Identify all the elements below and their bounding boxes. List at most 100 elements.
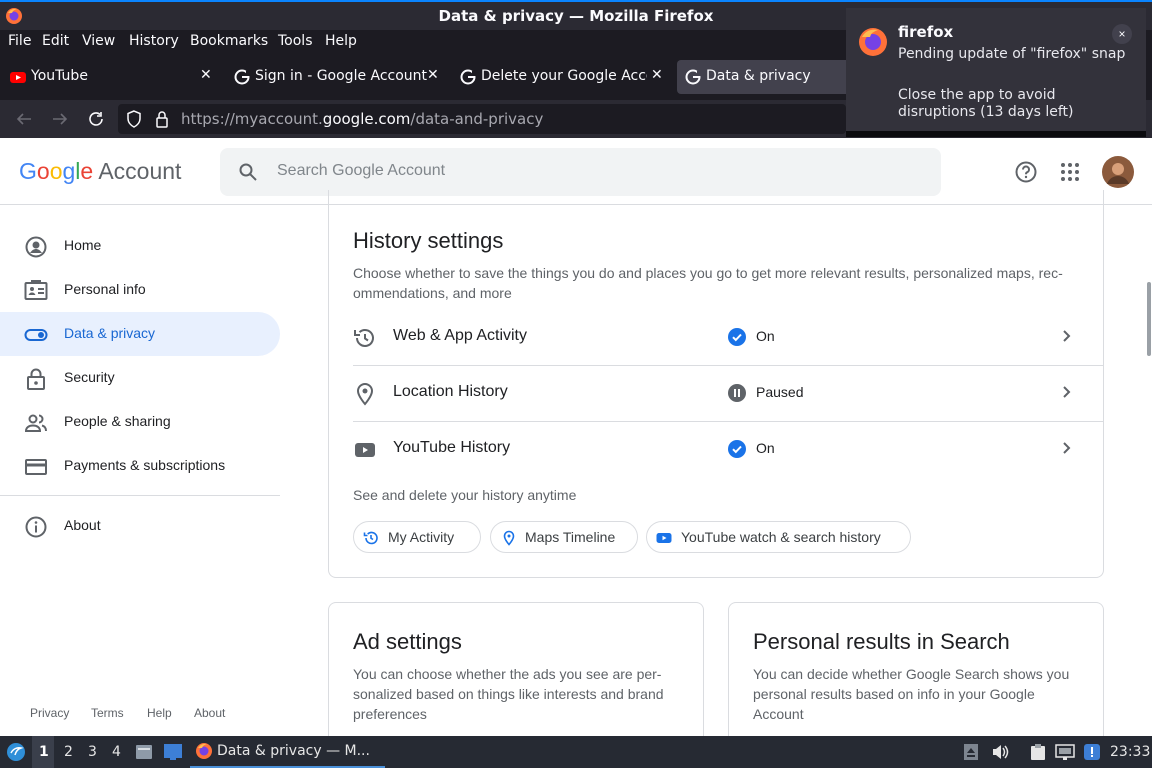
network-icon[interactable] — [1055, 743, 1075, 761]
check-circle-icon — [728, 440, 746, 458]
start-menu-icon[interactable] — [6, 742, 26, 762]
update-notify-icon[interactable] — [1083, 743, 1101, 761]
sidebar-item-about[interactable]: About — [0, 504, 280, 548]
tab-close-icon[interactable]: ✕ — [651, 67, 663, 83]
personal-results-card[interactable]: Personal results in Search You can decid… — [728, 602, 1104, 742]
tray-eject-icon[interactable] — [963, 743, 979, 761]
task-label: Data & privacy — M... — [217, 743, 370, 759]
notification-detail: Close the app to avoid disruptions (13 d… — [898, 87, 1074, 120]
ad-settings-card[interactable]: Ad settings You can choose whether the a… — [328, 602, 704, 742]
location-pin-icon — [501, 530, 517, 546]
tab-youtube[interactable]: YouTube ✕ — [0, 60, 222, 94]
youtube-history-chip[interactable]: YouTube watch & search history — [646, 521, 911, 553]
account-wordmark: Account — [98, 158, 182, 184]
tab-label: Data & privacy — [706, 68, 811, 84]
youtube-icon — [656, 530, 672, 546]
footer-privacy-link[interactable]: Privacy — [30, 706, 69, 720]
url-text[interactable]: https://myaccount.google.com/data-and-pr… — [181, 110, 543, 128]
footer-about-link[interactable]: About — [194, 706, 225, 720]
see-delete-text: See and delete your history anytime — [353, 487, 577, 503]
workspace-4[interactable]: 4 — [112, 744, 121, 760]
menu-edit[interactable]: Edit — [42, 33, 69, 49]
footer-help-link[interactable]: Help — [147, 706, 172, 720]
ad-settings-description: You can choose whether the ads you see a… — [353, 666, 664, 722]
chip-label: Maps Timeline — [525, 529, 616, 545]
google-g-icon — [685, 69, 701, 85]
workspace-1[interactable]: 1 — [39, 744, 49, 760]
url-path: /data-and-privacy — [410, 110, 544, 128]
sidebar-divider — [0, 495, 280, 496]
clock: 23:33 — [1110, 744, 1151, 760]
sidebar-item-label: Security — [64, 369, 115, 385]
url-prefix: https://myaccount. — [181, 110, 323, 128]
status-label: On — [756, 328, 775, 344]
tab-delete-account[interactable]: Delete your Google Acco ✕ — [450, 60, 674, 94]
pause-circle-icon — [728, 384, 746, 402]
personal-results-title: Personal results in Search — [753, 629, 1010, 654]
close-icon[interactable]: × — [1112, 24, 1132, 44]
lock-icon — [24, 367, 48, 391]
back-arrow-icon[interactable] — [15, 111, 33, 127]
my-activity-chip[interactable]: My Activity — [353, 521, 481, 553]
firefox-logo-icon — [195, 742, 213, 760]
page-scrollbar[interactable] — [1147, 282, 1151, 356]
reload-icon[interactable] — [87, 110, 105, 128]
history-icon — [353, 326, 377, 350]
menu-file[interactable]: File — [8, 33, 31, 49]
maps-timeline-chip[interactable]: Maps Timeline — [490, 521, 638, 553]
search-account-input[interactable]: Search Google Account — [220, 148, 941, 196]
tab-google-signin[interactable]: Sign in - Google Accounts ✕ — [224, 60, 448, 94]
menu-tools[interactable]: Tools — [278, 33, 313, 49]
search-icon — [239, 163, 257, 181]
workspace-3[interactable]: 3 — [88, 744, 97, 760]
tab-label: Delete your Google Acco — [481, 68, 647, 84]
file-manager-icon[interactable] — [135, 743, 153, 761]
menu-view[interactable]: View — [82, 33, 115, 49]
sidebar-item-home[interactable]: Home — [0, 224, 280, 268]
shield-icon[interactable] — [126, 110, 142, 128]
menu-history[interactable]: History — [129, 33, 179, 49]
update-notification[interactable]: firefox Pending update of "firefox" snap… — [846, 8, 1146, 137]
google-g-icon — [460, 69, 476, 85]
firefox-logo-icon — [858, 27, 888, 57]
google-wordmark: G — [19, 158, 37, 184]
menu-bookmarks[interactable]: Bookmarks — [190, 33, 268, 49]
menu-help[interactable]: Help — [325, 33, 357, 49]
status-label: Paused — [756, 384, 804, 400]
tab-data-privacy[interactable]: Data & privacy — [677, 60, 857, 94]
desktop-icon[interactable] — [163, 743, 183, 761]
tab-label: YouTube — [31, 68, 88, 84]
home-icon — [24, 235, 48, 259]
google-account-logo[interactable]: Google Account — [19, 158, 181, 185]
clipboard-icon[interactable] — [1029, 743, 1047, 761]
sidebar-item-personal-info[interactable]: Personal info — [0, 268, 280, 312]
sidebar-item-label: Personal info — [64, 281, 146, 297]
volume-icon[interactable] — [991, 743, 1009, 761]
location-history-row[interactable]: Location History Paused — [353, 365, 1103, 421]
lock-icon[interactable] — [155, 110, 169, 128]
tab-close-icon[interactable]: ✕ — [200, 67, 212, 83]
tab-close-icon[interactable]: ✕ — [427, 67, 439, 83]
sidebar-item-payments[interactable]: Payments & subscriptions — [0, 444, 280, 488]
youtube-icon — [353, 438, 377, 462]
taskbar-firefox-task[interactable]: Data & privacy — M... — [190, 736, 385, 768]
avatar[interactable] — [1102, 156, 1134, 188]
forward-arrow-icon[interactable] — [51, 111, 69, 127]
sidebar-item-data-privacy[interactable]: Data & privacy — [0, 312, 280, 356]
location-pin-icon — [353, 382, 377, 406]
apps-grid-icon[interactable] — [1060, 162, 1080, 182]
sidebar-item-security[interactable]: Security — [0, 356, 280, 400]
check-circle-icon — [728, 328, 746, 346]
card-icon — [24, 455, 48, 479]
row-label: Location History — [393, 383, 508, 400]
workspace-2[interactable]: 2 — [64, 744, 73, 760]
tab-label: Sign in - Google Accounts — [255, 68, 427, 84]
sidebar-item-people-sharing[interactable]: People & sharing — [0, 400, 280, 444]
footer-terms-link[interactable]: Terms — [91, 706, 124, 720]
people-icon — [24, 411, 48, 435]
youtube-history-row[interactable]: YouTube History On — [353, 421, 1103, 477]
help-icon[interactable] — [1014, 160, 1038, 184]
sidebar-item-label: People & sharing — [64, 413, 171, 429]
taskbar: 1 2 3 4 Data & privacy — M... 23:33 — [0, 736, 1152, 768]
web-app-activity-row[interactable]: Web & App Activity On — [353, 309, 1103, 365]
